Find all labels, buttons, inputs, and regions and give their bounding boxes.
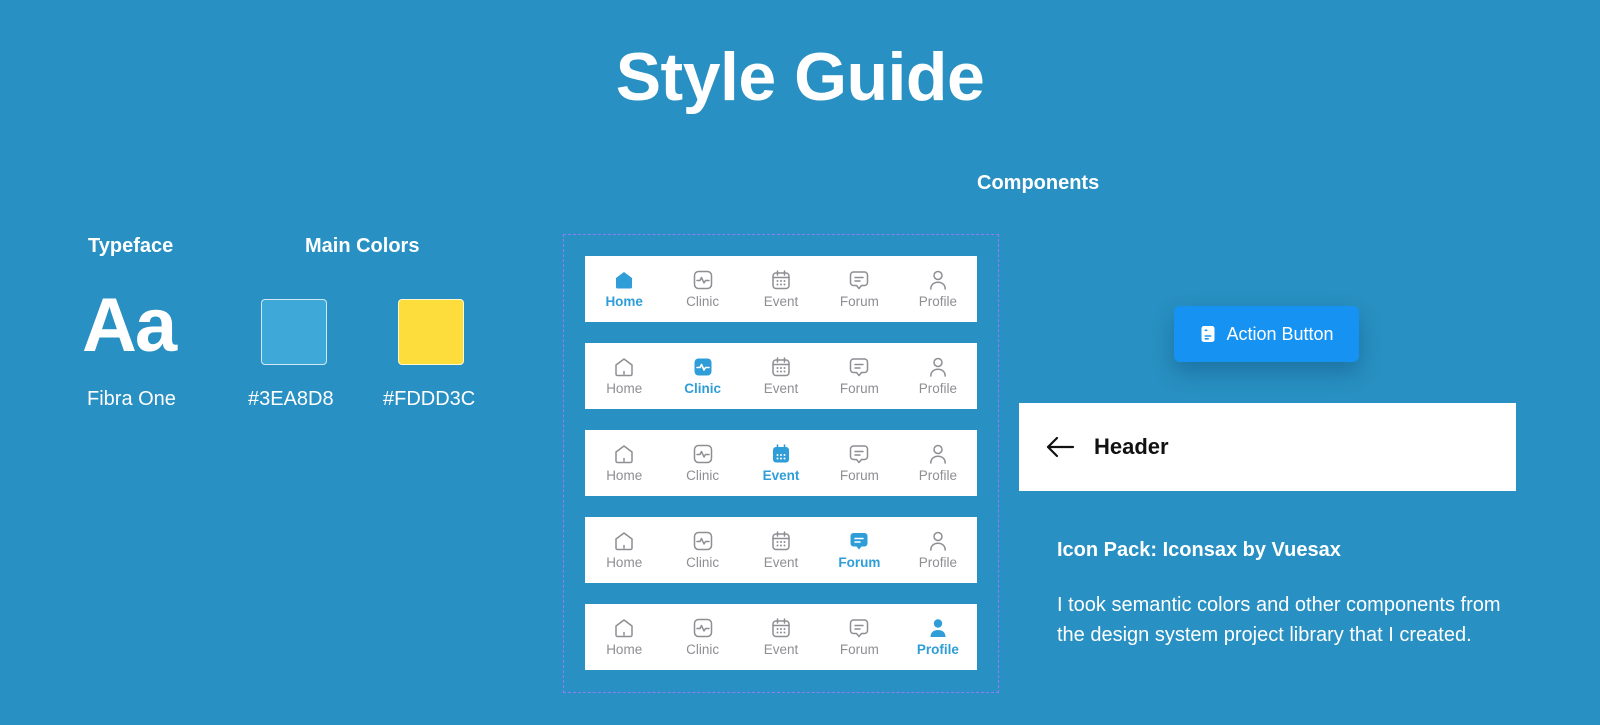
calendar-icon <box>773 443 790 462</box>
nav-item-profile[interactable]: Profile <box>899 517 977 583</box>
nav-item-label: Profile <box>918 380 957 396</box>
profile-icon <box>929 357 946 377</box>
profile-icon <box>929 531 946 551</box>
nav-item-event[interactable]: Event <box>742 604 820 670</box>
typeface-heading: Typeface <box>88 235 174 257</box>
nav-item-event[interactable]: Event <box>742 256 820 322</box>
nav-item-clinic[interactable]: Clinic <box>663 430 741 496</box>
home-icon <box>615 444 633 463</box>
header-title: Header <box>1094 434 1169 459</box>
nav-item-home[interactable]: Home <box>585 604 663 670</box>
nav-item-home[interactable]: Home <box>585 343 663 409</box>
color-label-primary: #3EA8D8 <box>248 388 334 410</box>
home-icon <box>615 357 633 376</box>
arrow-left-icon[interactable] <box>1045 436 1075 458</box>
clinic-icon <box>694 358 712 375</box>
nav-item-forum[interactable]: Forum <box>820 604 898 670</box>
color-swatch-secondary <box>398 299 464 365</box>
calendar-icon <box>772 617 790 637</box>
bottom-nav-variant-1: Home Clinic Event Forum Profile <box>585 256 977 322</box>
clinic-icon <box>693 618 712 637</box>
nav-item-label: Clinic <box>686 467 720 483</box>
nav-item-event[interactable]: Event <box>742 343 820 409</box>
home-icon <box>615 531 633 550</box>
nav-item-forum[interactable]: Forum <box>820 430 898 496</box>
nav-item-label: Clinic <box>686 293 720 309</box>
nav-item-label: Forum <box>839 380 879 396</box>
nav-item-clinic[interactable]: Clinic <box>663 256 741 322</box>
nav-item-clinic[interactable]: Clinic <box>663 343 741 409</box>
nav-item-label: Forum <box>839 467 879 483</box>
nav-item-label: Forum <box>839 641 879 657</box>
nav-item-forum[interactable]: Forum <box>820 517 898 583</box>
clinic-icon <box>693 270 712 289</box>
nav-item-home[interactable]: Home <box>585 256 663 322</box>
typeface-name: Fibra One <box>87 388 176 410</box>
action-button[interactable]: Action Button <box>1174 306 1359 362</box>
nav-item-label: Home <box>606 467 643 483</box>
nav-item-label: Forum <box>838 554 881 570</box>
nav-item-label: Profile <box>916 641 959 657</box>
nav-item-label: Event <box>762 467 800 483</box>
nav-item-home[interactable]: Home <box>585 517 663 583</box>
nav-item-clinic[interactable]: Clinic <box>663 604 741 670</box>
nav-item-profile[interactable]: Profile <box>899 604 977 670</box>
header-component: Header <box>1019 403 1516 491</box>
bottom-nav-variant-5: Home Clinic Event Forum Profile <box>585 604 977 670</box>
chat-icon <box>850 357 869 376</box>
chat-icon <box>850 270 869 289</box>
clinic-icon <box>693 531 712 550</box>
chat-icon <box>850 618 869 637</box>
document-icon <box>1201 326 1215 342</box>
profile-icon <box>930 618 946 637</box>
action-button-label: Action Button <box>1226 323 1334 344</box>
nav-item-label: Profile <box>918 554 957 570</box>
nav-item-event[interactable]: Event <box>742 430 820 496</box>
calendar-icon <box>772 530 790 550</box>
nav-item-label: Clinic <box>684 380 721 396</box>
color-swatch-primary <box>261 299 327 365</box>
profile-icon <box>929 270 946 290</box>
nav-item-label: Event <box>763 293 799 309</box>
nav-item-label: Profile <box>918 467 957 483</box>
home-icon <box>616 271 633 288</box>
profile-icon <box>929 444 946 464</box>
nav-item-clinic[interactable]: Clinic <box>663 517 741 583</box>
icon-pack-label: Icon Pack: Iconsax by Vuesax <box>1057 539 1341 561</box>
clinic-icon <box>693 444 712 463</box>
nav-item-event[interactable]: Event <box>742 517 820 583</box>
nav-item-label: Home <box>605 293 643 309</box>
nav-item-home[interactable]: Home <box>585 430 663 496</box>
nav-item-label: Home <box>606 554 643 570</box>
chat-icon <box>850 444 869 463</box>
nav-item-label: Profile <box>918 293 957 309</box>
components-heading: Components <box>977 172 1100 194</box>
calendar-icon <box>772 356 790 376</box>
nav-item-label: Event <box>763 380 799 396</box>
nav-item-label: Home <box>606 380 643 396</box>
typeface-sample: Aa <box>82 283 177 368</box>
nav-item-label: Clinic <box>686 554 720 570</box>
bottom-nav-variant-4: Home Clinic Event Forum Profile <box>585 517 977 583</box>
bottom-nav-variant-3: Home Clinic Event Forum Profile <box>585 430 977 496</box>
nav-item-forum[interactable]: Forum <box>820 256 898 322</box>
nav-item-label: Forum <box>839 293 879 309</box>
main-colors-heading: Main Colors <box>305 235 420 257</box>
bottom-nav-variant-2: Home Clinic Event Forum Profile <box>585 343 977 409</box>
nav-item-profile[interactable]: Profile <box>899 343 977 409</box>
nav-item-label: Clinic <box>686 641 720 657</box>
calendar-icon <box>772 269 790 289</box>
page-title: Style Guide <box>615 39 985 115</box>
nav-item-forum[interactable]: Forum <box>820 343 898 409</box>
home-icon <box>615 618 633 637</box>
nav-item-profile[interactable]: Profile <box>899 430 977 496</box>
chat-icon <box>850 532 868 549</box>
nav-item-label: Event <box>763 554 799 570</box>
nav-item-label: Event <box>763 641 799 657</box>
description-text: I took semantic colors and other compone… <box>1057 594 1501 646</box>
color-label-secondary: #FDDD3C <box>383 388 476 410</box>
nav-item-label: Home <box>606 641 643 657</box>
nav-item-profile[interactable]: Profile <box>899 256 977 322</box>
